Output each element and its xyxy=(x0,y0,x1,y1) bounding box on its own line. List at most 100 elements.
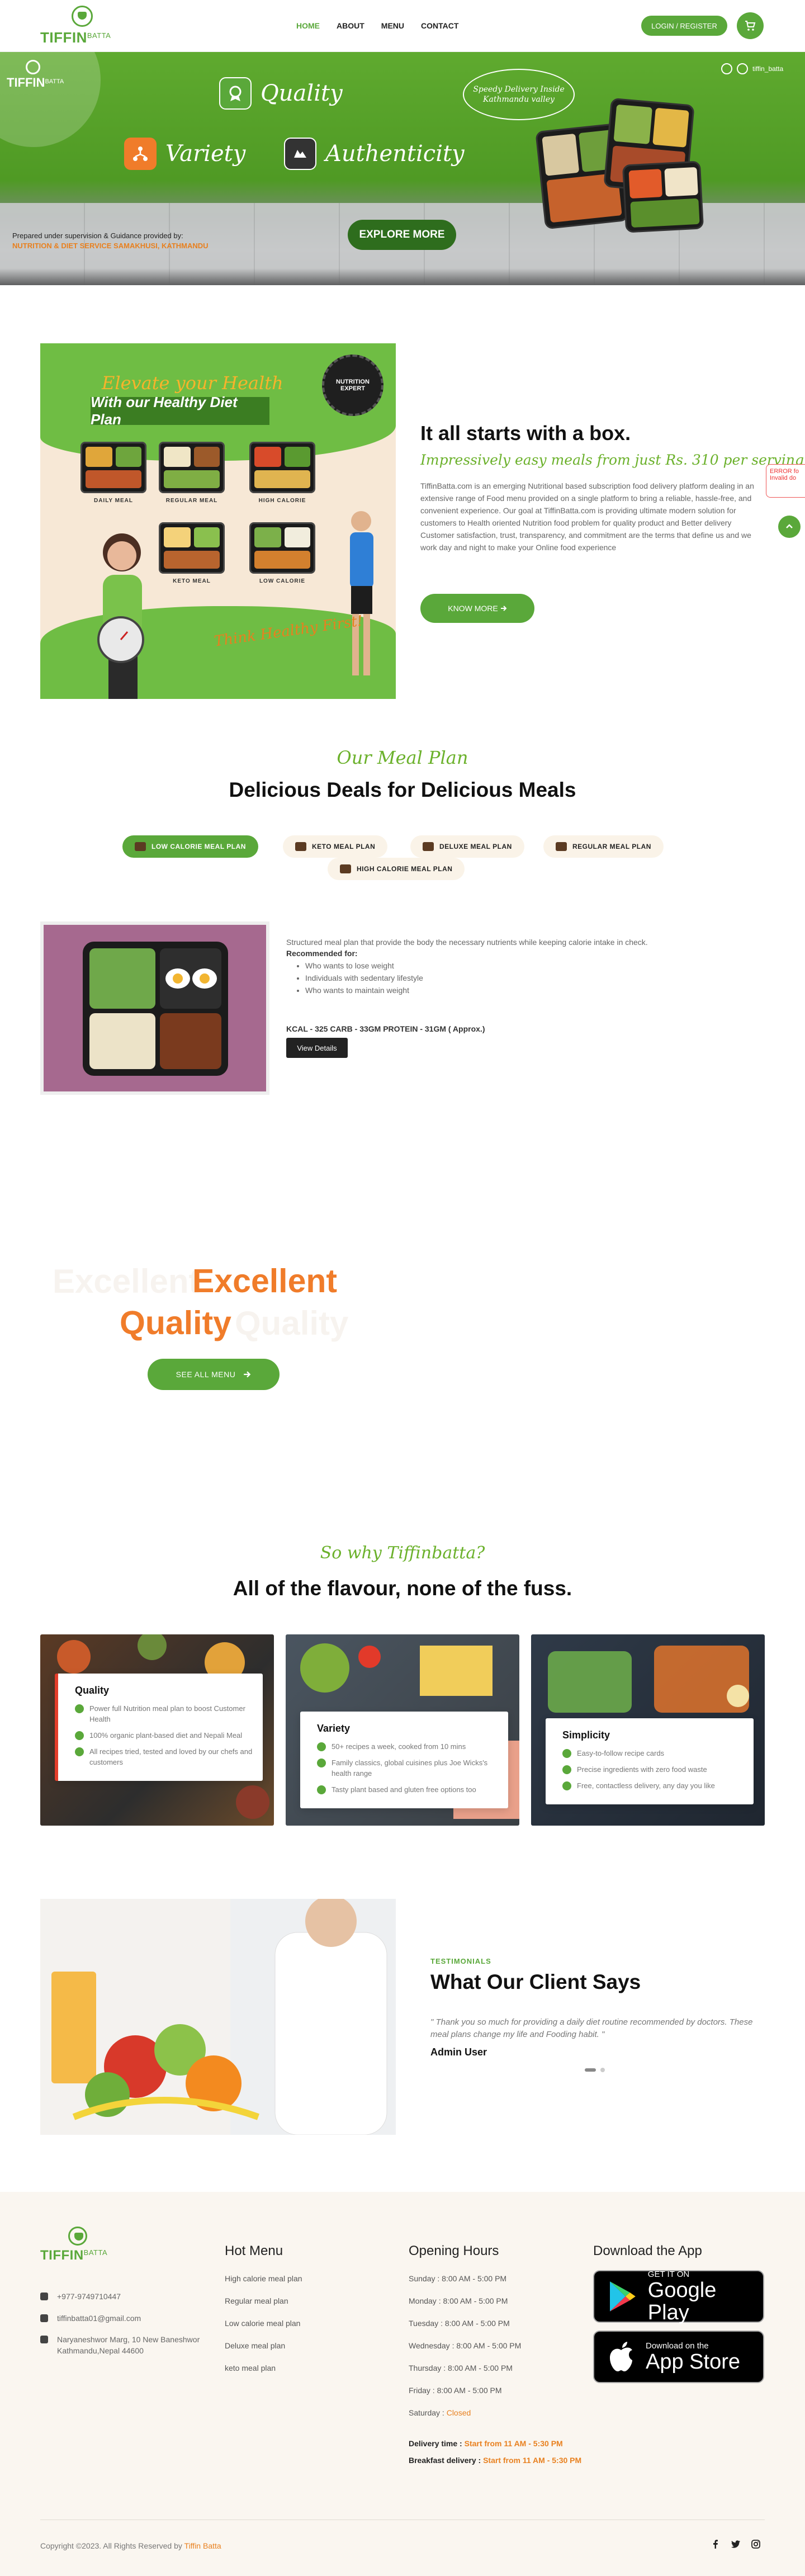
footer-email[interactable]: tiffinbatta01@gmail.com xyxy=(40,2313,141,2324)
meal-tray-image xyxy=(83,942,228,1076)
check-circle-icon xyxy=(317,1759,326,1767)
about-paragraph: Customer satisfaction, trust, transparen… xyxy=(420,531,751,552)
saturday-label: Saturday : xyxy=(409,2408,447,2417)
email-icon xyxy=(40,2314,48,2322)
google-play-small: GET IT ON xyxy=(647,2269,690,2279)
scroll-to-top-button[interactable] xyxy=(778,516,801,538)
check-circle-icon xyxy=(75,1704,84,1713)
tab-label: DELUXE MEAL PLAN xyxy=(439,843,512,850)
testimonials-label: TESTIMONIALS xyxy=(430,1957,491,1965)
nav-home[interactable]: HOME xyxy=(296,21,320,30)
footer-address: Naryaneshwor Marg, 10 New Baneshwor Kath… xyxy=(40,2334,202,2356)
why-item-text: Family classics, global cuisines plus Jo… xyxy=(332,1759,488,1778)
poster-tray-label: DAILY MEAL xyxy=(93,498,133,504)
about-paragraph: TiffinBatta.com is an emerging Nutrition… xyxy=(420,481,754,527)
poster-tray-daily xyxy=(80,442,146,493)
tab-low-calorie[interactable]: LOW CALORIE MEAL PLAN xyxy=(122,835,258,858)
nav-about[interactable]: ABOUT xyxy=(337,21,364,30)
logo-sub: BATTA xyxy=(87,31,111,40)
footer-logo[interactable]: TIFFINBATTA xyxy=(40,2227,119,2263)
nav-menu[interactable]: MENU xyxy=(381,21,404,30)
footer-menu-link[interactable]: Deluxe meal plan xyxy=(225,2341,285,2350)
why-item-text: 50+ recipes a week, cooked from 10 mins xyxy=(332,1742,466,1751)
why-card-simplicity: Simplicity Easy-to-follow recipe cards P… xyxy=(531,1634,765,1826)
why-card-content: Simplicity Easy-to-follow recipe cards P… xyxy=(546,1718,754,1804)
top-navbar: TIFFINBATTA HOME ABOUT MENU CONTACT LOGI… xyxy=(0,0,805,52)
nutrition-expert-badge: NUTRITION EXPERT xyxy=(322,355,383,416)
footer-menu-link[interactable]: High calorie meal plan xyxy=(225,2274,302,2283)
site-logo[interactable]: TIFFINBATTA xyxy=(40,4,124,47)
site-footer: TIFFINBATTA +977-9749710447 tiffinbatta0… xyxy=(0,2192,805,2576)
feature-variety-label: Variety xyxy=(165,141,246,167)
tab-keto[interactable]: KETO MEAL PLAN xyxy=(283,835,388,858)
facebook-icon[interactable] xyxy=(711,2540,720,2549)
download-app-heading: Download the App xyxy=(593,2243,702,2258)
hero-banner: TIFFINBATTA Quality Variety Authenticity… xyxy=(0,52,805,285)
footer-phone[interactable]: +977-9749710447 xyxy=(40,2291,121,2302)
copyright-brand-link[interactable]: Tiffin Batta xyxy=(184,2541,221,2550)
feature-authenticity-label: Authenticity xyxy=(325,141,465,167)
hero-social-links: tiffin_batta xyxy=(721,63,783,74)
app-store-button[interactable]: Download on the App Store xyxy=(593,2331,764,2383)
about-subtitle: Impressively easy meals from just Rs. 31… xyxy=(420,452,804,468)
meal-plan-image xyxy=(40,921,269,1095)
login-register-button[interactable]: LOGIN / REGISTER xyxy=(641,16,727,36)
quality-icon xyxy=(219,77,252,110)
meal-plan-details: Structured meal plan that provide the bo… xyxy=(286,937,711,997)
why-card-content: Quality Power full Nutrition meal plan t… xyxy=(55,1674,263,1781)
hero-logo: TIFFINBATTA xyxy=(7,60,64,90)
tab-deluxe[interactable]: DELUXE MEAL PLAN xyxy=(410,835,524,858)
authenticity-icon xyxy=(284,138,316,170)
prepared-by-note: Prepared under supervision & Guidance pr… xyxy=(12,231,209,251)
about-body: TiffinBatta.com is an emerging Nutrition… xyxy=(420,480,758,554)
poster-tray-label: LOW CALORIE xyxy=(259,578,306,584)
see-all-menu-button[interactable]: SEE ALL MENU xyxy=(148,1359,280,1390)
tab-regular[interactable]: REGULAR MEAL PLAN xyxy=(543,835,664,858)
instagram-icon[interactable] xyxy=(751,2540,760,2549)
hot-menu-heading: Hot Menu xyxy=(225,2243,283,2258)
list-item: Who wants to maintain weight xyxy=(305,985,711,996)
twitter-icon[interactable] xyxy=(731,2540,740,2549)
delivery-value: Start from 11 AM - 5:30 PM xyxy=(464,2439,563,2448)
meal-box-icon xyxy=(340,864,351,873)
meal-plan-description: Structured meal plan that provide the bo… xyxy=(286,938,648,947)
check-circle-icon xyxy=(317,1785,326,1794)
carousel-dots xyxy=(585,2068,605,2072)
footer-menu-link[interactable]: keto meal plan xyxy=(225,2364,276,2372)
quality-heading: Quality xyxy=(120,1304,231,1341)
why-card-content: Variety 50+ recipes a week, cooked from … xyxy=(300,1712,508,1808)
check-circle-icon xyxy=(75,1731,84,1740)
carousel-dot[interactable] xyxy=(600,2068,605,2072)
arrow-right-icon xyxy=(500,606,507,611)
cart-icon xyxy=(745,21,756,31)
nav-contact[interactable]: CONTACT xyxy=(421,21,458,30)
tab-high-calorie[interactable]: HIGH CALORIE MEAL PLAN xyxy=(328,858,465,880)
footer-menu-link[interactable]: Low calorie meal plan xyxy=(225,2319,300,2328)
view-details-button[interactable]: View Details xyxy=(286,1038,348,1058)
footer-social-links xyxy=(711,2540,760,2549)
cart-button[interactable] xyxy=(737,12,764,39)
hero-logo-text: TIFFIN xyxy=(7,75,45,89)
saturday-closed: Closed xyxy=(446,2408,471,2417)
footer-menu-link[interactable]: Regular meal plan xyxy=(225,2296,288,2305)
why-card-title: Quality xyxy=(75,1685,110,1696)
footer-logo-text: TIFFIN xyxy=(40,2248,84,2263)
google-play-big: Google Play xyxy=(647,2278,717,2324)
facebook-icon[interactable] xyxy=(737,63,748,74)
why-item-text: Power full Nutrition meal plan to boost … xyxy=(89,1704,245,1723)
explore-more-button[interactable]: EXPLORE MORE xyxy=(348,220,456,250)
logo-icon xyxy=(68,2227,87,2246)
prepared-line: Prepared under supervision & Guidance pr… xyxy=(12,231,183,240)
instagram-icon[interactable] xyxy=(721,63,732,74)
app-store-small: Download on the xyxy=(646,2341,709,2351)
know-more-button[interactable]: KNOW MORE xyxy=(420,594,534,623)
variety-icon xyxy=(124,138,157,170)
diet-plan-poster: Elevate your Health With our Healthy Die… xyxy=(40,343,396,699)
poster-tray-high-calorie xyxy=(249,442,315,493)
background-watermark-word: Quality xyxy=(235,1304,349,1342)
why-item-text: Precise ingredients with zero food waste xyxy=(577,1765,707,1774)
carousel-dot-active[interactable] xyxy=(585,2068,596,2072)
google-play-button[interactable]: GET IT ON Google Play xyxy=(593,2269,764,2324)
meal-box-icon xyxy=(423,842,434,851)
hours-row: Monday : 8:00 AM - 5:00 PM xyxy=(409,2296,508,2305)
